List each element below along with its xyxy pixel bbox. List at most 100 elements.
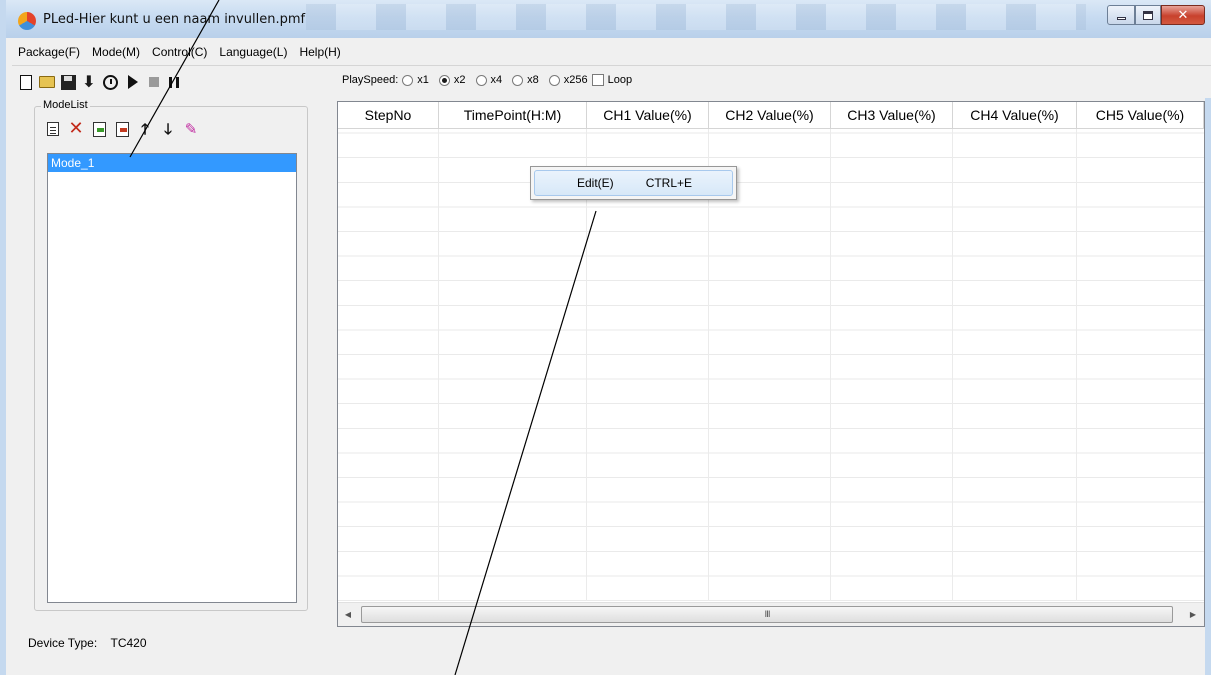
column-header-stepno[interactable]: StepNo bbox=[338, 102, 439, 129]
speed-label: x1 bbox=[417, 74, 429, 86]
menu-control[interactable]: Control(C) bbox=[146, 45, 213, 59]
export-mode-button[interactable] bbox=[114, 121, 130, 137]
window-title: PLed-Hier kunt u een naam invullen.pmf bbox=[43, 12, 306, 27]
menu-bar: Package(F) Mode(M) Control(C) Language(L… bbox=[12, 38, 1211, 66]
stop-button[interactable] bbox=[146, 74, 162, 90]
speed-label: x4 bbox=[490, 74, 503, 86]
context-menu-edit[interactable]: Edit(E) CTRL+E bbox=[534, 170, 733, 196]
menu-language[interactable]: Language(L) bbox=[213, 45, 293, 59]
pause-icon bbox=[169, 76, 179, 88]
scroll-grip: III bbox=[764, 609, 771, 620]
import-mode-icon bbox=[92, 121, 106, 137]
play-icon bbox=[128, 75, 138, 89]
move-down-icon: 🡓 bbox=[164, 119, 172, 138]
loop-option[interactable]: Loop bbox=[591, 74, 633, 86]
minimize-button[interactable] bbox=[1107, 5, 1135, 25]
new-file-icon bbox=[20, 74, 32, 90]
table-header: StepNo TimePoint(H:M) CH1 Value(%) CH2 V… bbox=[338, 102, 1204, 129]
speed-label: x8 bbox=[527, 74, 539, 86]
move-up-button[interactable]: 🡑 bbox=[137, 121, 153, 137]
import-mode-button[interactable] bbox=[91, 121, 107, 137]
loop-checkbox[interactable] bbox=[591, 74, 604, 86]
close-button[interactable]: ✕ bbox=[1161, 5, 1205, 25]
download-button[interactable]: ⬇ bbox=[81, 74, 97, 90]
step-table[interactable]: StepNo TimePoint(H:M) CH1 Value(%) CH2 V… bbox=[337, 101, 1205, 627]
save-button[interactable] bbox=[60, 74, 76, 90]
download-icon: ⬇ bbox=[82, 72, 96, 91]
maximize-icon bbox=[1143, 10, 1153, 20]
column-header-timepoint[interactable]: TimePoint(H:M) bbox=[439, 102, 587, 129]
context-menu-edit-shortcut: CTRL+E bbox=[645, 176, 693, 190]
app-icon[interactable] bbox=[18, 12, 36, 30]
speed-option-x8[interactable]: x8 bbox=[512, 74, 539, 86]
modelist-toolbar: ✕ 🡑 🡓 ✎ bbox=[45, 119, 206, 139]
scroll-right-button[interactable]: ▶ bbox=[1183, 603, 1203, 626]
column-header-ch2[interactable]: CH2 Value(%) bbox=[709, 102, 831, 129]
clock-icon bbox=[102, 74, 118, 90]
column-divider bbox=[438, 129, 439, 601]
column-divider bbox=[1076, 129, 1077, 601]
scroll-left-button[interactable]: ◀ bbox=[338, 603, 358, 626]
scroll-right-icon: ▶ bbox=[1189, 610, 1197, 619]
speed-radio[interactable] bbox=[512, 74, 524, 86]
menu-package[interactable]: Package(F) bbox=[12, 45, 86, 59]
horizontal-scrollbar[interactable]: ◀ III ▶ bbox=[338, 602, 1204, 626]
title-bar-background bbox=[306, 4, 1086, 30]
new-file-button[interactable] bbox=[18, 74, 34, 90]
menu-mode[interactable]: Mode(M) bbox=[86, 45, 146, 59]
column-divider bbox=[830, 129, 831, 601]
playspeed-label: PlaySpeed: bbox=[342, 74, 399, 86]
speed-option-x2[interactable]: x2 bbox=[438, 74, 466, 86]
mode-listbox[interactable]: Mode_1 bbox=[47, 153, 297, 603]
menu-help[interactable]: Help(H) bbox=[293, 45, 346, 59]
close-icon: ✕ bbox=[1177, 7, 1189, 23]
toolbar: ⬇ PlaySpeed: x1 x2 x4 x8 x256 Loop bbox=[12, 66, 1211, 98]
open-file-button[interactable] bbox=[39, 74, 55, 90]
playspeed-controls: PlaySpeed: x1 x2 x4 x8 x256 Loop bbox=[342, 74, 642, 86]
table-body[interactable] bbox=[338, 129, 1204, 601]
device-type-label: Device Type: bbox=[28, 636, 98, 650]
delete-mode-icon: ✕ bbox=[68, 118, 84, 139]
column-header-ch3[interactable]: CH3 Value(%) bbox=[831, 102, 953, 129]
rename-mode-icon: ✎ bbox=[184, 119, 198, 138]
column-header-ch5[interactable]: CH5 Value(%) bbox=[1077, 102, 1204, 129]
delete-mode-button[interactable]: ✕ bbox=[68, 118, 84, 139]
speed-radio[interactable] bbox=[548, 74, 560, 86]
speed-option-x1[interactable]: x1 bbox=[402, 74, 429, 86]
column-header-ch1[interactable]: CH1 Value(%) bbox=[587, 102, 709, 129]
speed-label: x2 bbox=[453, 74, 466, 86]
sync-time-button[interactable] bbox=[102, 74, 118, 90]
title-bar[interactable]: PLed-Hier kunt u een naam invullen.pmf ✕ bbox=[6, 0, 1211, 38]
speed-radio[interactable] bbox=[475, 74, 487, 86]
modelist-group: ModeList ✕ 🡑 🡓 ✎ Mode_1 bbox=[34, 99, 308, 611]
export-mode-icon bbox=[115, 121, 129, 137]
device-type-value: TC420 bbox=[110, 636, 147, 650]
column-divider bbox=[952, 129, 953, 601]
column-header-ch4[interactable]: CH4 Value(%) bbox=[953, 102, 1077, 129]
play-button[interactable] bbox=[125, 74, 141, 90]
scroll-left-icon: ◀ bbox=[344, 610, 352, 619]
rename-mode-button[interactable]: ✎ bbox=[183, 121, 199, 137]
context-menu: Edit(E) CTRL+E bbox=[530, 166, 737, 200]
move-down-button[interactable]: 🡓 bbox=[160, 121, 176, 137]
add-mode-icon bbox=[47, 122, 59, 136]
save-icon bbox=[60, 74, 76, 90]
minimize-icon bbox=[1116, 16, 1126, 20]
add-mode-button[interactable] bbox=[45, 121, 61, 137]
speed-radio[interactable] bbox=[438, 74, 450, 86]
device-type-status: Device Type: TC420 bbox=[28, 636, 147, 650]
open-folder-icon bbox=[39, 76, 55, 88]
move-up-icon: 🡑 bbox=[141, 119, 149, 138]
mode-list-item-selected[interactable]: Mode_1 bbox=[48, 154, 296, 172]
modelist-legend: ModeList bbox=[41, 99, 90, 111]
speed-option-x4[interactable]: x4 bbox=[475, 74, 503, 86]
speed-label: x256 bbox=[563, 74, 588, 86]
loop-label: Loop bbox=[607, 74, 633, 86]
maximize-button[interactable] bbox=[1135, 5, 1161, 25]
pause-button[interactable] bbox=[166, 74, 182, 90]
application-window: PLed-Hier kunt u een naam invullen.pmf ✕… bbox=[0, 0, 1211, 675]
context-menu-edit-label: Edit(E) bbox=[577, 176, 614, 190]
scroll-thumb[interactable]: III bbox=[361, 606, 1173, 623]
speed-option-x256[interactable]: x256 bbox=[548, 74, 588, 86]
speed-radio[interactable] bbox=[402, 74, 414, 86]
